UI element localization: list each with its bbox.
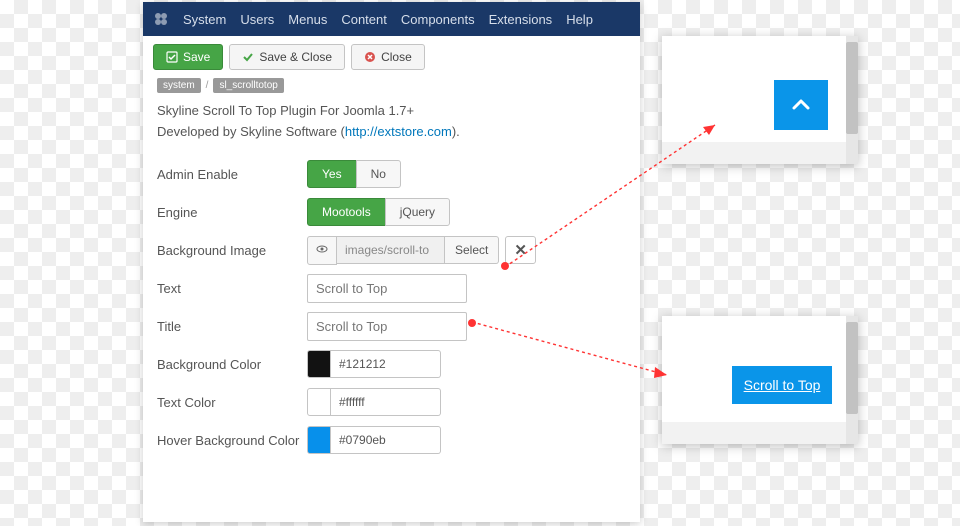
bg-image-select[interactable]: Select (445, 236, 499, 264)
plugin-form: Admin Enable Yes No Engine Mootools jQue… (143, 141, 640, 459)
label-engine: Engine (157, 205, 307, 220)
preview-icon-mode (662, 36, 858, 164)
title-input[interactable] (307, 312, 467, 341)
text-input[interactable] (307, 274, 467, 303)
save-button-label: Save (183, 50, 210, 64)
annotation-dot-1 (501, 262, 509, 270)
engine-toggle[interactable]: Mootools jQuery (307, 198, 450, 226)
scroll-to-top-text-button[interactable]: Scroll to Top (732, 366, 832, 404)
toolbar: Save Save & Close Close (143, 36, 640, 78)
subtitle-post: ). (452, 124, 460, 139)
menu-system[interactable]: System (183, 12, 226, 27)
row-title: Title (157, 307, 626, 345)
row-bg-image: Background Image images/scroll-to Select… (157, 231, 626, 269)
check-icon (242, 51, 254, 63)
annotation-dot-2 (468, 319, 476, 327)
text-color-picker[interactable] (307, 388, 441, 416)
row-text: Text (157, 269, 626, 307)
menu-users[interactable]: Users (240, 12, 274, 27)
hover-color-picker[interactable] (307, 426, 441, 454)
subtitle-pre: Developed by Skyline Software ( (157, 124, 345, 139)
save-close-button[interactable]: Save & Close (229, 44, 345, 70)
label-bg-color: Background Color (157, 357, 307, 372)
preview2-scrollbar[interactable] (846, 316, 858, 444)
chevron-up-icon (789, 93, 813, 117)
row-text-color: Text Color (157, 383, 626, 421)
scroll-to-top-icon-button[interactable] (774, 80, 828, 130)
preview1-scrollbar[interactable] (846, 36, 858, 164)
menu-extensions[interactable]: Extensions (489, 12, 553, 27)
plugin-breadcrumb: system / sl_scrolltotop (143, 78, 640, 99)
hover-color-swatch[interactable] (307, 426, 331, 454)
label-text-color: Text Color (157, 395, 307, 410)
label-title: Title (157, 319, 307, 334)
admin-menubar: System Users Menus Content Components Ex… (143, 2, 640, 36)
menu-menus[interactable]: Menus (288, 12, 327, 27)
label-bg-image: Background Image (157, 243, 307, 258)
save-close-button-label: Save & Close (259, 50, 332, 64)
text-color-input[interactable] (331, 388, 441, 416)
crumb-system: system (157, 78, 201, 93)
admin-enable-yes[interactable]: Yes (307, 160, 357, 188)
row-engine: Engine Mootools jQuery (157, 193, 626, 231)
save-button[interactable]: Save (153, 44, 223, 70)
close-button[interactable]: Close (351, 44, 425, 70)
menu-components[interactable]: Components (401, 12, 475, 27)
crumb-plugin: sl_scrolltotop (213, 78, 283, 93)
engine-mootools[interactable]: Mootools (307, 198, 386, 226)
close-button-label: Close (381, 50, 412, 64)
vendor-link[interactable]: http://extstore.com (345, 124, 452, 139)
admin-enable-toggle[interactable]: Yes No (307, 160, 401, 188)
label-hover-color: Hover Background Color (157, 433, 307, 448)
menu-help[interactable]: Help (566, 12, 593, 27)
bg-color-swatch[interactable] (307, 350, 331, 378)
bg-image-clear[interactable]: ✕ (505, 236, 536, 264)
engine-jquery[interactable]: jQuery (385, 198, 450, 226)
bg-image-path: images/scroll-to (337, 236, 445, 264)
preview1-scroll-thumb[interactable] (846, 42, 858, 134)
admin-enable-no[interactable]: No (356, 160, 401, 188)
hover-color-input[interactable] (331, 426, 441, 454)
cancel-icon (364, 51, 376, 63)
preview2-scroll-thumb[interactable] (846, 322, 858, 414)
row-admin-enable: Admin Enable Yes No (157, 155, 626, 193)
text-color-swatch[interactable] (307, 388, 331, 416)
joomla-logo-icon (153, 11, 169, 27)
preview2-footer (662, 422, 846, 444)
label-text: Text (157, 281, 307, 296)
row-bg-color: Background Color (157, 345, 626, 383)
bg-image-picker: images/scroll-to Select ✕ (307, 236, 536, 265)
preview1-footer (662, 142, 846, 164)
plugin-subtitle: Developed by Skyline Software (http://ex… (143, 120, 640, 141)
crumb-sep: / (205, 80, 210, 91)
admin-panel: System Users Menus Content Components Ex… (143, 2, 640, 522)
label-admin-enable: Admin Enable (157, 167, 307, 182)
bg-color-picker[interactable] (307, 350, 441, 378)
apply-icon (166, 51, 178, 63)
row-hover-color: Hover Background Color (157, 421, 626, 459)
bg-color-input[interactable] (331, 350, 441, 378)
plugin-title: Skyline Scroll To Top Plugin For Joomla … (143, 99, 640, 120)
preview-icon[interactable] (307, 236, 337, 265)
preview-text-mode: Scroll to Top (662, 316, 858, 444)
menu-content[interactable]: Content (341, 12, 387, 27)
